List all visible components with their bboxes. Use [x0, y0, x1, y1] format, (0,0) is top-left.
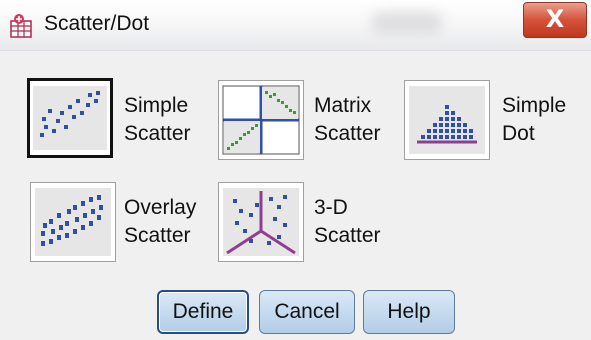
3d-scatter-tile[interactable]	[218, 182, 304, 262]
blurred-region	[372, 12, 442, 34]
simple-scatter-label: Simple Scatter	[124, 94, 191, 145]
close-button[interactable]: X	[523, 2, 587, 38]
title-bar[interactable]: Scatter/Dot X	[0, 0, 591, 51]
simple-scatter-tile[interactable]	[27, 78, 113, 158]
simple-dot-label: Simple Dot	[502, 94, 567, 145]
cancel-button[interactable]: Cancel	[259, 290, 355, 334]
matrix-scatter-label: Matrix Scatter	[314, 94, 381, 145]
3d-scatter-icon	[223, 188, 299, 256]
spss-app-icon	[10, 14, 32, 38]
close-icon: X	[545, 5, 565, 33]
matrix-scatter-tile[interactable]	[218, 80, 304, 160]
simple-scatter-icon	[33, 86, 107, 150]
simple-dot-icon	[409, 86, 485, 154]
overlay-scatter-icon	[35, 188, 111, 256]
3d-scatter-label: 3-D Scatter	[314, 196, 381, 247]
help-button[interactable]: Help	[363, 290, 455, 334]
window-title: Scatter/Dot	[44, 12, 150, 35]
define-button[interactable]: Define	[157, 290, 249, 334]
overlay-scatter-tile[interactable]	[30, 182, 116, 262]
scatter-dot-dialog: Scatter/Dot X Simple Scatter Matrix Scat…	[0, 0, 591, 340]
overlay-scatter-label: Overlay Scatter	[124, 196, 197, 247]
simple-dot-tile[interactable]	[404, 80, 490, 160]
matrix-scatter-icon	[222, 85, 300, 155]
